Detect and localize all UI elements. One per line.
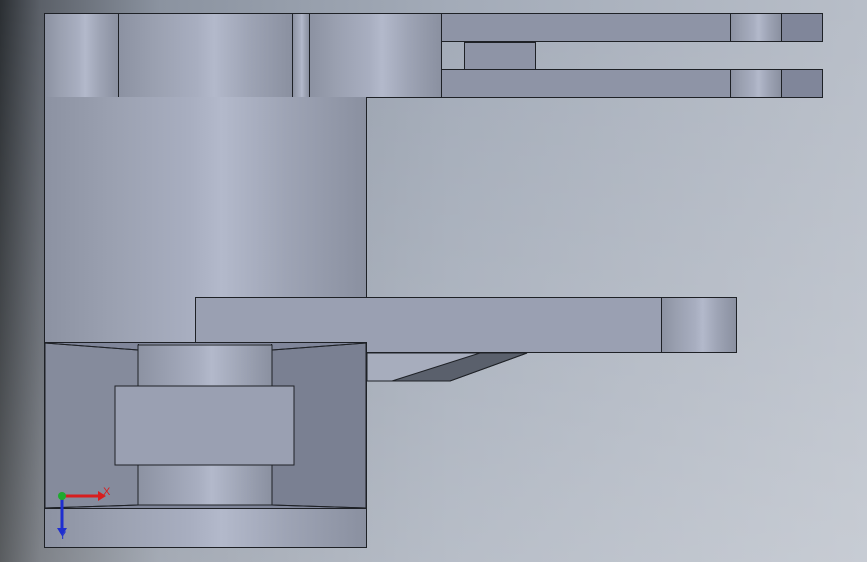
part-edge-details	[44, 342, 528, 509]
coordinate-triad: X Y	[48, 484, 118, 544]
cad-graphics-viewport[interactable]: X Y	[0, 0, 867, 562]
z-axis-dot	[58, 492, 66, 500]
y-axis-label: Y	[59, 530, 67, 542]
x-axis-label: X	[103, 486, 111, 498]
